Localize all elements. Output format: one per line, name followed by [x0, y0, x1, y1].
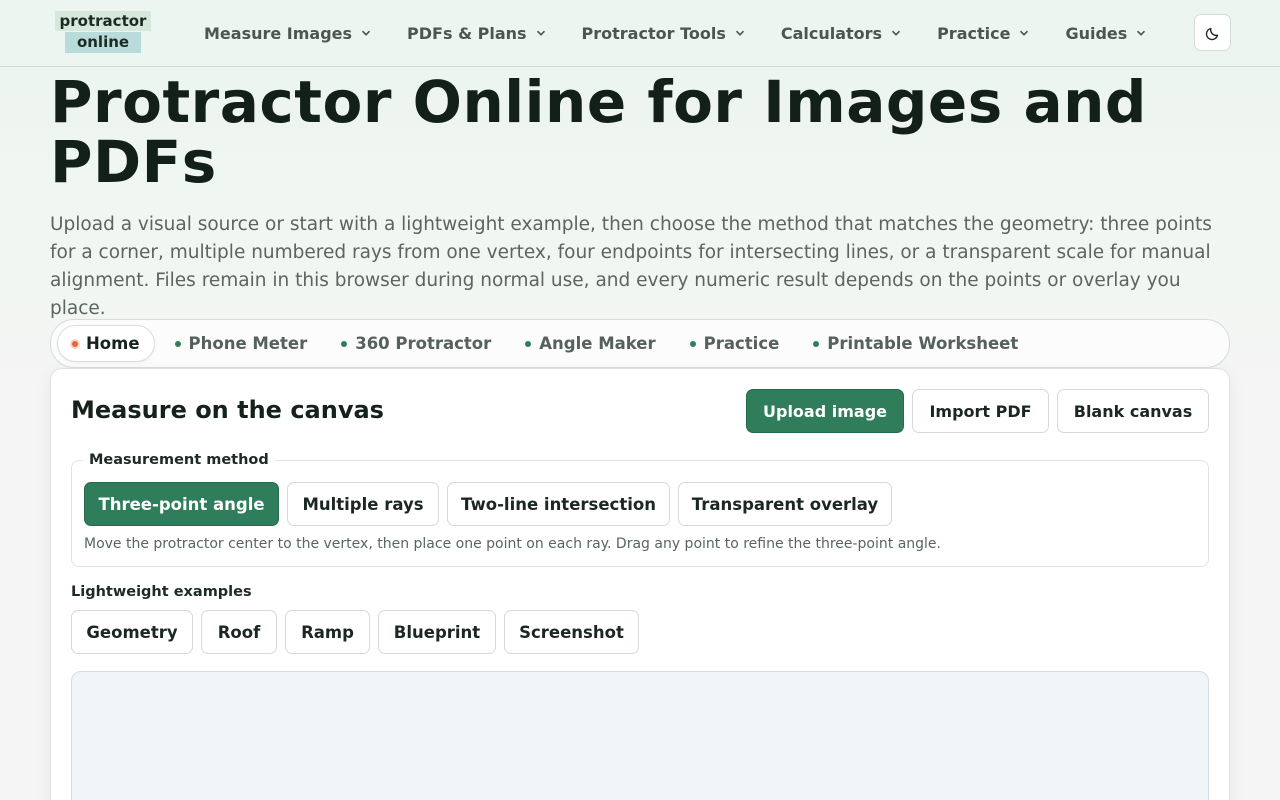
tab-label: Practice [703, 334, 780, 353]
tab-label: Angle Maker [539, 334, 656, 353]
import-pdf-button[interactable]: Import PDF [912, 389, 1049, 433]
moon-icon [1205, 27, 1218, 40]
example-blueprint-button[interactable]: Blueprint [378, 610, 496, 654]
logo-text-line1: protractor [54, 11, 152, 31]
tab-label: Printable Worksheet [827, 334, 1019, 353]
dot-icon [72, 340, 78, 347]
nav-calculators[interactable]: Calculators [781, 24, 901, 43]
logo-text-line2: online [64, 32, 142, 53]
tab-360-protractor[interactable]: 360 Protractor [327, 325, 505, 362]
example-roof-button[interactable]: Roof [201, 610, 277, 654]
site-logo[interactable]: protractor online [50, 11, 156, 54]
nav-label: Guides [1065, 23, 1128, 43]
upload-image-button[interactable]: Upload image [746, 389, 904, 433]
dot-icon [525, 340, 532, 347]
example-geometry-button[interactable]: Geometry [71, 610, 193, 654]
nav-label: PDFs & Plans [407, 23, 527, 43]
page-title: Protractor Online for Images and PDFs [50, 68, 1147, 196]
chevron-down-icon [892, 30, 901, 36]
method-transparent-overlay-button[interactable]: Transparent overlay [678, 482, 892, 526]
method-three-point-button[interactable]: Three-point angle [84, 482, 279, 526]
nav-protractor-tools[interactable]: Protractor Tools [582, 24, 745, 43]
nav-label: Measure Images [204, 23, 353, 43]
main-nav: Measure Images PDFs & Plans Protractor T… [204, 0, 1182, 66]
nav-practice[interactable]: Practice [937, 24, 1029, 43]
workspace-title: Measure on the canvas [71, 396, 384, 424]
dot-icon [813, 340, 820, 347]
tab-home[interactable]: Home [57, 325, 155, 362]
tab-label: Home [86, 334, 140, 353]
workspace-card: Measure on the canvas Upload image Impor… [50, 368, 1230, 800]
theme-toggle-button[interactable] [1194, 14, 1231, 51]
chevron-down-icon [536, 30, 545, 36]
page-lead: Upload a visual source or start with a l… [50, 214, 1212, 319]
measurement-method-legend: Measurement method [83, 452, 275, 468]
example-screenshot-button[interactable]: Screenshot [504, 610, 639, 654]
nav-guides[interactable]: Guides [1065, 24, 1146, 43]
chevron-down-icon [361, 30, 371, 36]
nav-label: Calculators [780, 23, 883, 43]
examples-label: Lightweight examples [71, 584, 252, 600]
tab-label: Phone Meter [188, 334, 308, 353]
measurement-method-group: Measurement method Three-point angle Mul… [71, 452, 1209, 567]
nav-label: Practice [937, 23, 1011, 43]
chevron-down-icon [1137, 30, 1146, 36]
nav-label: Protractor Tools [581, 23, 726, 43]
dot-icon [174, 340, 181, 347]
method-two-line-button[interactable]: Two-line intersection [447, 482, 670, 526]
tab-angle-maker[interactable]: Angle Maker [511, 325, 669, 362]
blank-canvas-button[interactable]: Blank canvas [1057, 389, 1209, 433]
tab-label: 360 Protractor [355, 334, 492, 353]
tab-phone-meter[interactable]: Phone Meter [161, 325, 322, 362]
chevron-down-icon [735, 30, 744, 36]
nav-pdfs-plans[interactable]: PDFs & Plans [407, 24, 545, 43]
tab-practice[interactable]: Practice [676, 325, 794, 362]
chevron-down-icon [1020, 30, 1029, 36]
tab-printable-worksheet[interactable]: Printable Worksheet [799, 325, 1032, 362]
nav-measure-images[interactable]: Measure Images [204, 24, 371, 43]
measurement-canvas[interactable] [71, 671, 1209, 800]
example-ramp-button[interactable]: Ramp [285, 610, 370, 654]
dot-icon [689, 340, 696, 347]
method-hint: Move the protractor center to the vertex… [84, 536, 941, 552]
dot-icon [341, 340, 348, 347]
method-multiple-rays-button[interactable]: Multiple rays [287, 482, 439, 526]
tool-tabs: Home Phone Meter 360 Protractor Angle Ma… [50, 319, 1230, 368]
site-header: protractor online Measure Images PDFs & … [0, 0, 1280, 67]
